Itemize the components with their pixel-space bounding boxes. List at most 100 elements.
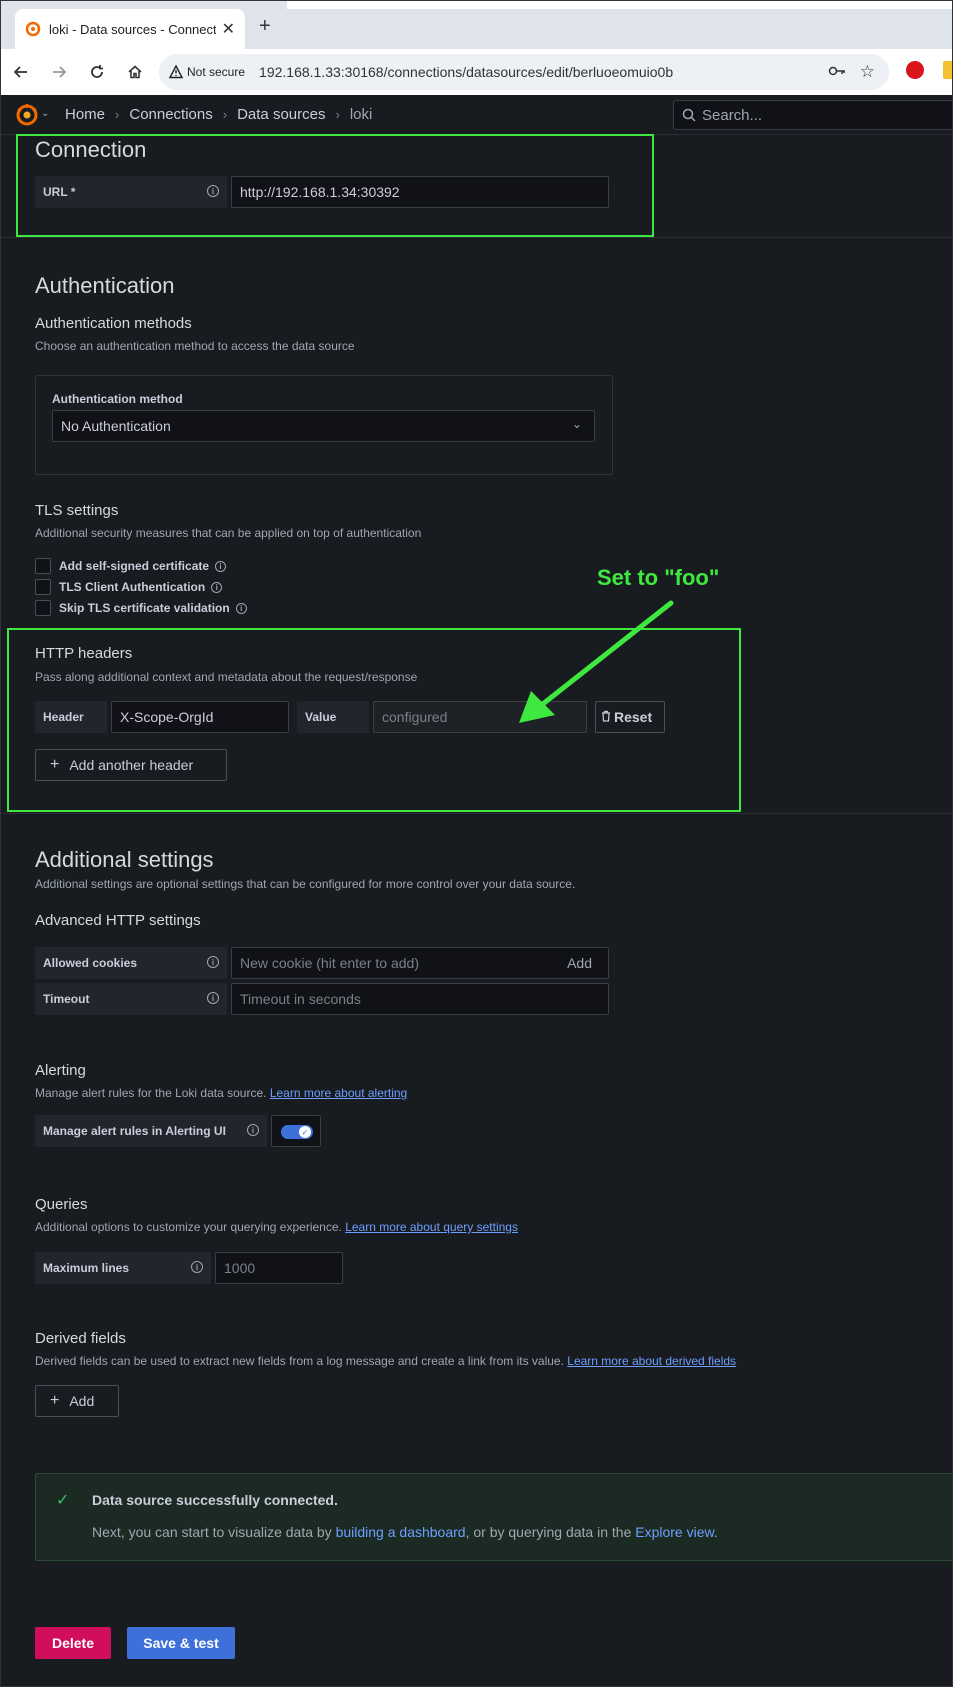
info-icon[interactable]: i [235,602,247,614]
derived-fields-title: Derived fields [35,1330,126,1347]
auth-method-value: No Authentication [61,418,171,434]
check-icon: ✓ [56,1492,70,1509]
bookmark-star-icon[interactable]: ☆ [860,62,875,82]
max-lines-label-text: Maximum lines [43,1261,130,1275]
chevron-right-icon: › [115,107,120,122]
search-input[interactable]: Search... [673,100,952,130]
main-content: Connection URL * i http://192.168.1.34:3… [1,134,952,1686]
info-icon[interactable]: i [211,581,223,593]
http-headers-title: HTTP headers [35,645,133,662]
allowed-cookies-label-text: Allowed cookies [43,956,138,970]
breadcrumb-home[interactable]: Home [65,106,105,123]
breadcrumb-loki: loki [349,106,373,123]
address-bar-row: Not secure 192.168.1.33:30168/connection… [1,49,952,95]
plus-icon: + [50,1392,60,1409]
not-secure-label: Not secure [187,65,246,79]
checkbox[interactable] [35,579,51,595]
annotation-arrow-icon [519,600,674,723]
delete-button[interactable]: Delete [35,1627,111,1659]
back-icon[interactable] [3,54,39,90]
info-icon[interactable]: i [207,992,219,1004]
queries-desc-text: Additional options to customize your que… [35,1220,342,1234]
grafana-logo-icon[interactable] [15,103,39,127]
auth-method-select[interactable]: No Authentication ⌄ [52,410,595,442]
info-icon[interactable]: i [191,1261,203,1273]
grafana-favicon-icon [25,21,41,37]
omnibox[interactable]: Not secure 192.168.1.33:30168/connection… [159,54,889,90]
auth-methods-title: Authentication methods [35,315,192,332]
build-dashboard-link[interactable]: building a dashboard [336,1524,466,1540]
connection-title: Connection [35,137,147,162]
close-tab-icon[interactable]: ✕ [222,19,235,39]
derived-fields-desc: Derived fields can be used to extract ne… [35,1354,736,1368]
home-icon[interactable] [117,54,153,90]
info-icon[interactable]: i [215,560,227,572]
max-lines-input[interactable]: 1000 [215,1252,343,1284]
derived-fields-learn-more-link[interactable]: Learn more about derived fields [567,1354,736,1368]
url-text[interactable]: 192.168.1.33:30168/connections/datasourc… [259,64,828,80]
annotation-text: Set to "foo" [597,565,720,590]
extension-icon[interactable] [906,61,924,79]
plus-icon: + [50,756,60,773]
allowed-cookies-label: Allowed cookies i [35,947,227,979]
allowed-cookies-input[interactable]: New cookie (hit enter to add) Add [231,947,609,979]
save-test-button[interactable]: Save & test [127,1627,235,1659]
add-derived-field-button[interactable]: + Add [35,1385,119,1417]
browser-tab[interactable]: loki - Data sources - Connection ✕ [15,9,245,49]
chevron-down-icon[interactable]: ⌄ [41,108,49,119]
url-input[interactable]: http://192.168.1.34:30392 [231,176,609,208]
new-tab-icon[interactable]: + [259,15,271,38]
section-divider [1,813,952,814]
additional-settings-title: Additional settings [35,847,214,872]
url-label: URL * i [35,176,227,208]
header-label: Header [35,701,107,733]
toggle-track: ✓ [281,1125,313,1139]
breadcrumb-data-sources[interactable]: Data sources [237,106,325,123]
extension-icon-2[interactable] [943,61,952,79]
checkbox[interactable] [35,558,51,574]
queries-learn-more-link[interactable]: Learn more about query settings [345,1220,518,1234]
breadcrumb-connections[interactable]: Connections [129,106,212,123]
info-icon[interactable]: i [207,185,219,197]
forward-icon[interactable] [41,54,77,90]
info-icon[interactable]: i [207,956,219,968]
reload-icon[interactable] [79,54,115,90]
chevron-right-icon: › [222,107,228,122]
additional-settings-desc: Additional settings are optional setting… [35,877,576,891]
alerting-desc-text: Manage alert rules for the Loki data sou… [35,1086,267,1100]
add-cookie-button[interactable]: Add [567,955,592,971]
alerting-toggle-label: Manage alert rules in Alerting UI i [35,1115,267,1147]
success-alert: ✓ Data source successfully connected. Ne… [35,1473,952,1561]
chevron-down-icon: ⌄ [571,417,582,431]
success-alert-text: Next, you can start to visualize data by… [92,1524,718,1540]
authentication-title: Authentication [35,273,175,298]
grafana-header: ⌄ Home › Connections › Data sources › lo… [1,95,952,135]
search-placeholder: Search... [702,106,763,124]
tls-option-client-auth[interactable]: TLS Client Authentication i [35,579,223,595]
key-icon[interactable] [828,64,846,81]
explore-view-link[interactable]: Explore view [635,1524,714,1540]
alerting-toggle-switch[interactable]: ✓ [271,1115,321,1147]
timeout-input[interactable]: Timeout in seconds [231,983,609,1015]
alerting-learn-more-link[interactable]: Learn more about alerting [270,1086,407,1100]
add-derived-label: Add [69,1393,95,1409]
tab-title: loki - Data sources - Connection [49,21,216,37]
add-header-button[interactable]: + Add another header [35,749,227,781]
alert-text-c: . [713,1524,718,1540]
tls-option-label: Skip TLS certificate validation [59,601,230,615]
screenshot-frame: loki - Data sources - Connection ✕ + Not… [0,0,953,1687]
tls-option-self-signed[interactable]: Add self-signed certificate i [35,558,227,574]
queries-title: Queries [35,1196,88,1213]
info-icon[interactable]: i [247,1124,259,1136]
warning-icon [169,65,183,79]
breadcrumb: Home › Connections › Data sources › loki [65,106,372,123]
value-label: Value [297,701,369,733]
section-divider [1,237,952,238]
tls-option-skip-verify[interactable]: Skip TLS certificate validation i [35,600,247,616]
checkbox[interactable] [35,600,51,616]
derived-fields-desc-text: Derived fields can be used to extract ne… [35,1354,564,1368]
tls-option-label: TLS Client Authentication [59,580,206,594]
header-name-input[interactable]: X-Scope-OrgId [111,701,289,733]
tls-title: TLS settings [35,502,119,519]
alert-text-b: , or by querying data in the [465,1524,636,1540]
